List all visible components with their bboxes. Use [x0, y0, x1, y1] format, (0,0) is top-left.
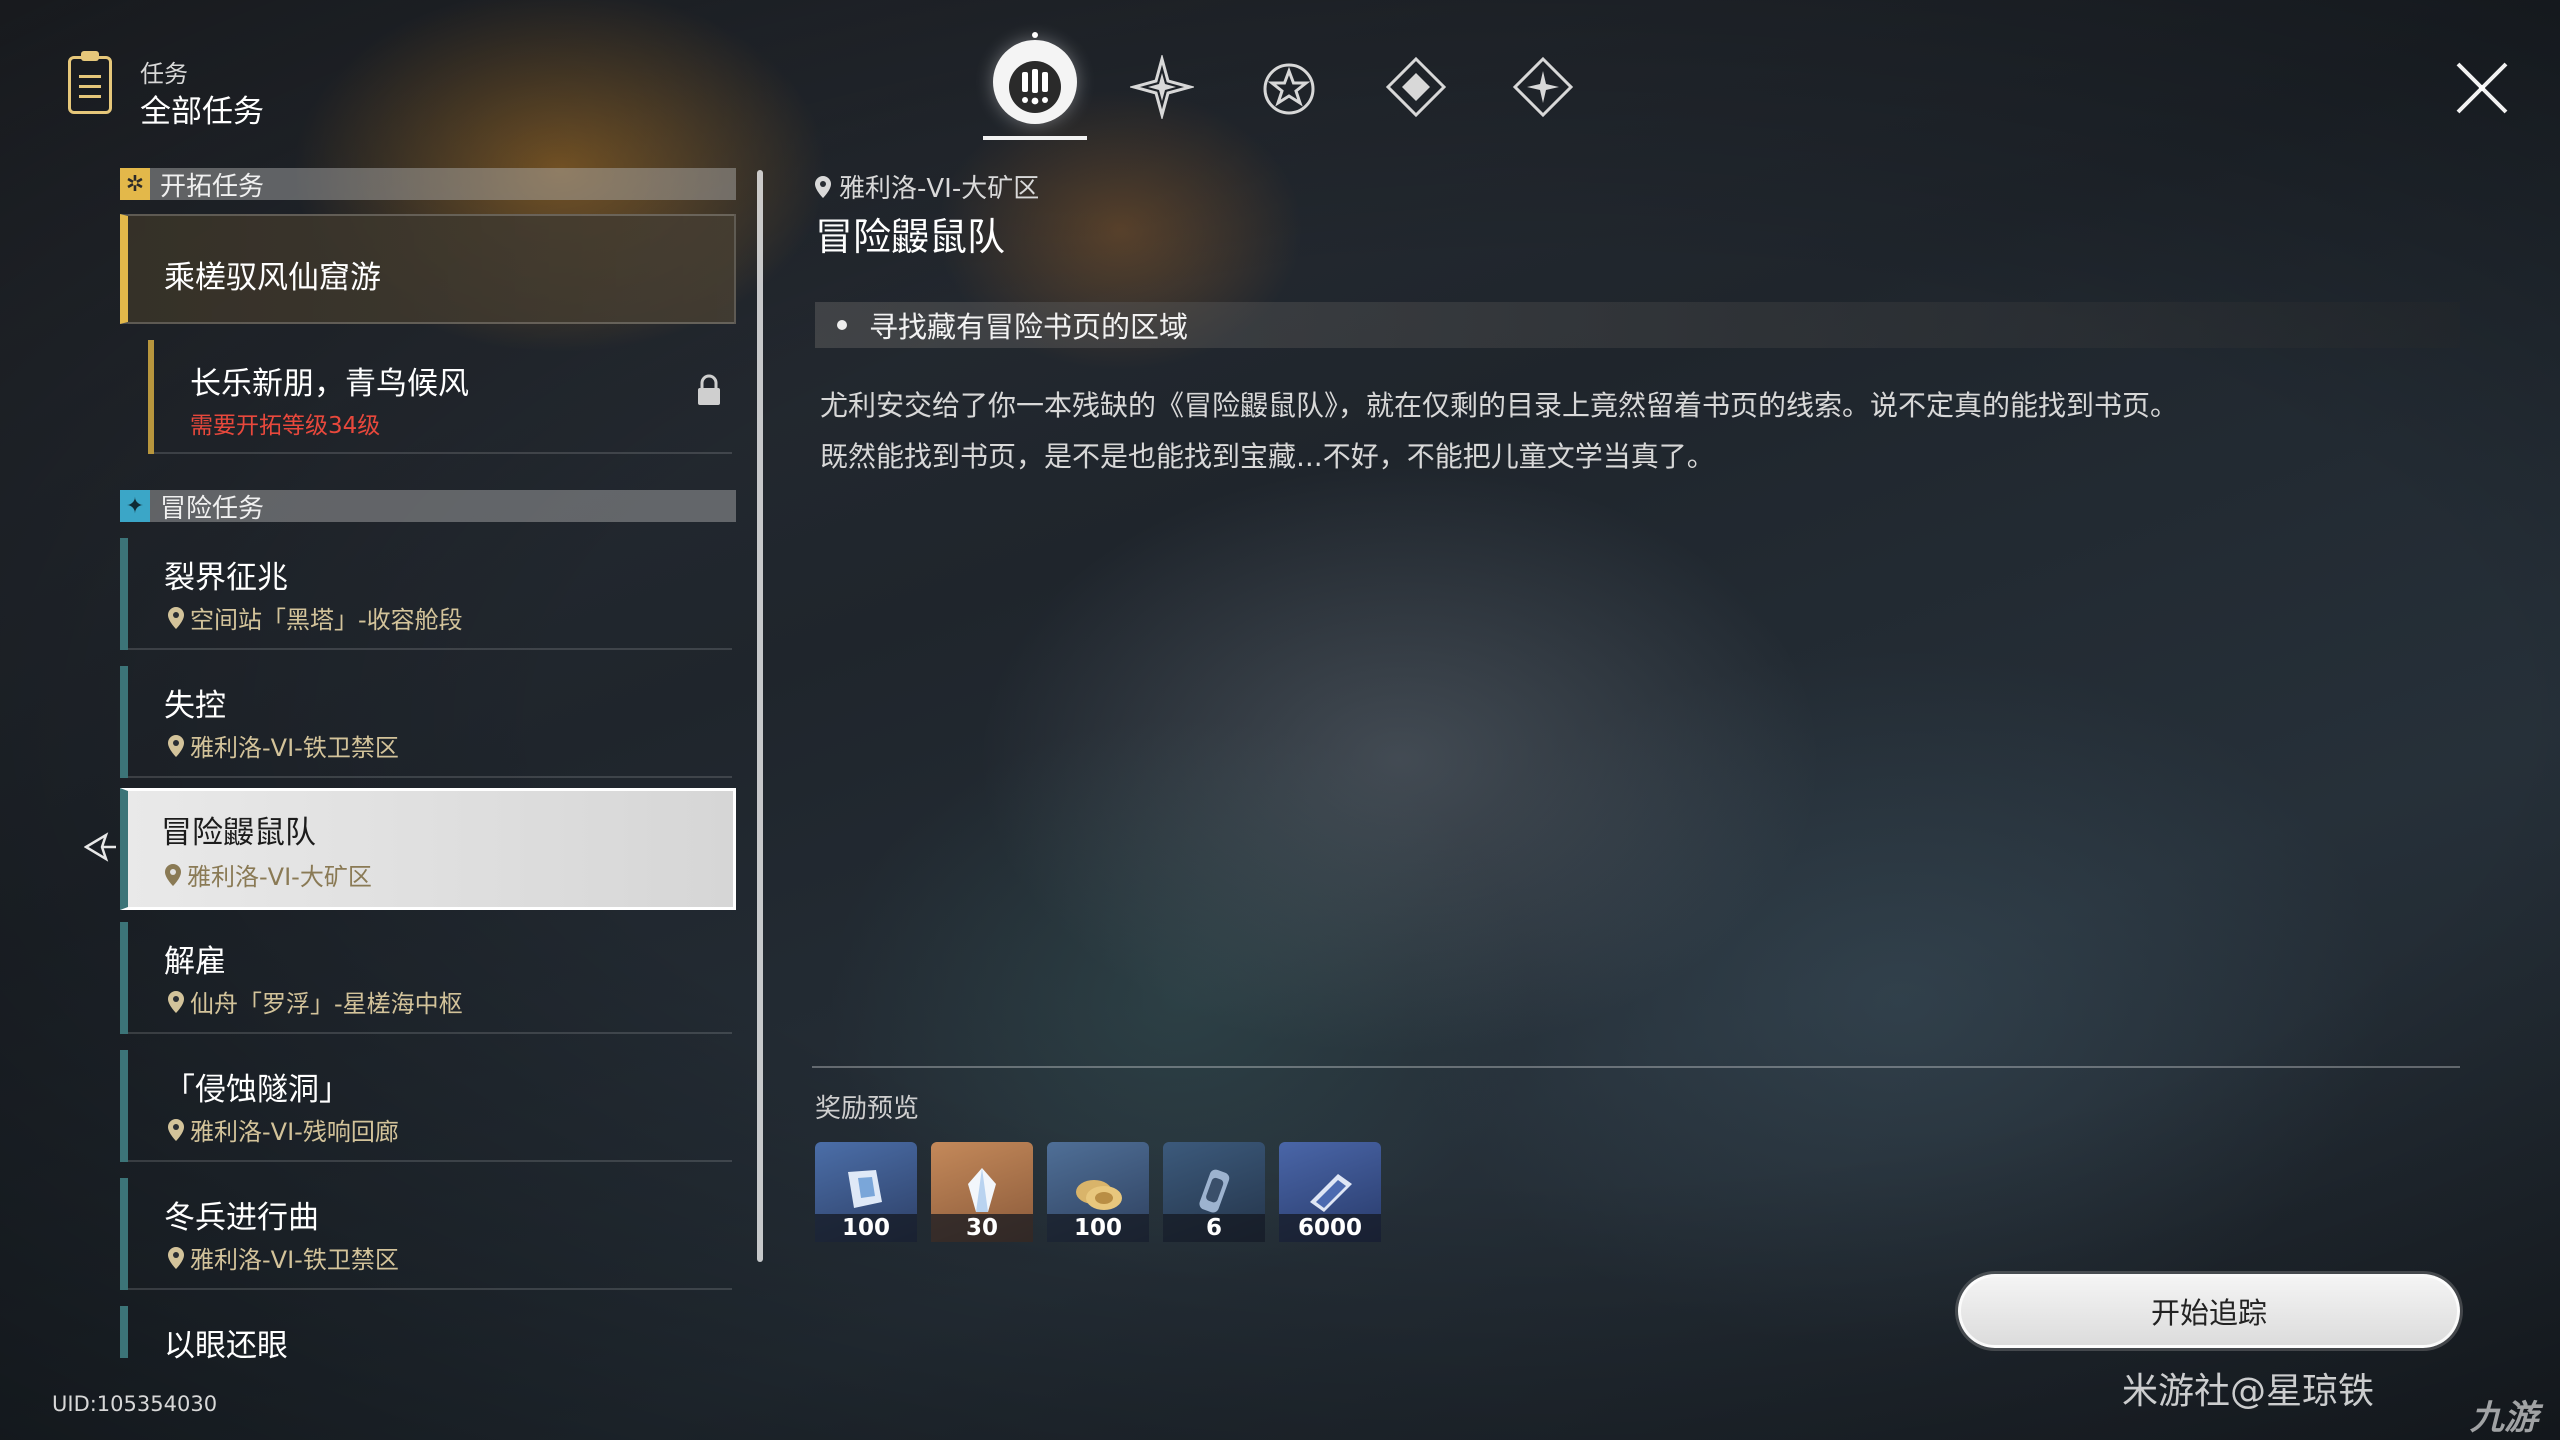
- watermark-text: 米游社@星琼铁: [2122, 1371, 2375, 1412]
- list-item-quest[interactable]: 失控 雅利洛-VI-铁卫禁区: [120, 666, 736, 778]
- list-item-quest-selected[interactable]: 冒险鼹鼠队 雅利洛-VI-大矿区: [120, 788, 736, 910]
- quest-name: 冒险鼹鼠队: [161, 815, 316, 851]
- quest-name: 长乐新朋，青鸟候风: [190, 366, 469, 402]
- trailblaze-star-icon: [1130, 55, 1194, 119]
- close-icon[interactable]: [2452, 58, 2512, 118]
- level-requirement: 需要开拓等级34级: [190, 413, 381, 439]
- tab-underline: [983, 136, 1087, 140]
- list-item-quest[interactable]: 解雇 仙舟「罗浮」-星槎海中枢: [120, 922, 736, 1034]
- list-item-trailblaze-locked[interactable]: 长乐新朋，青鸟候风 需要开拓等级34级: [148, 340, 736, 454]
- reward-item[interactable]: 100: [815, 1142, 917, 1242]
- header-title: 全部任务: [140, 94, 264, 130]
- reward-list: 100 30 100 6 6000: [815, 1142, 1381, 1242]
- start-tracking-button[interactable]: 开始追踪: [1958, 1274, 2460, 1348]
- quest-type-tabs: [980, 32, 1574, 142]
- diamond-icon: [1385, 56, 1447, 118]
- tab-companion[interactable]: [1234, 32, 1344, 142]
- quest-name: 乘槎驭风仙窟游: [164, 260, 381, 296]
- reward-item[interactable]: 100: [1047, 1142, 1149, 1242]
- sparkle-diamond-icon: [1512, 56, 1574, 118]
- trailblaze-category-icon: ✲: [120, 168, 150, 200]
- quest-name: 失控: [164, 688, 226, 724]
- quest-objective: 寻找藏有冒险书页的区域: [815, 302, 2460, 348]
- reward-preview-label: 奖励预览: [815, 1094, 920, 1124]
- quest-location: 雅利洛-VI-铁卫禁区: [168, 1240, 399, 1275]
- list-item-quest[interactable]: 冬兵进行曲 雅利洛-VI-铁卫禁区: [120, 1178, 736, 1290]
- quest-location: 雅利洛-VI-铁卫禁区: [168, 728, 399, 763]
- quest-name: 冬兵进行曲: [164, 1200, 319, 1236]
- location-pin-icon: [168, 734, 184, 757]
- location-pin-icon: [168, 990, 184, 1013]
- location-pin-icon: [168, 1246, 184, 1269]
- player-uid: UID:105354030: [52, 1392, 218, 1416]
- tab-trailblaze[interactable]: [1107, 32, 1217, 142]
- tab-daily[interactable]: [1488, 32, 1598, 142]
- reward-item[interactable]: 6000: [1279, 1142, 1381, 1242]
- tab-indicator-dot: [1032, 32, 1038, 38]
- list-item-quest[interactable]: 「侵蚀隧洞」 雅利洛-VI-残响回廊: [120, 1050, 736, 1162]
- quest-name: 解雇: [164, 944, 226, 980]
- tab-adventure[interactable]: [1361, 32, 1471, 142]
- header-subtitle: 任务: [140, 60, 188, 88]
- category-trailblaze: ✲ 开拓任务: [120, 168, 736, 202]
- exclamation-icon: [1009, 61, 1061, 113]
- category-adventure: ✦ 冒险任务: [120, 490, 736, 524]
- list-item-quest[interactable]: 裂界征兆 空间站「黑塔」-收容舱段: [120, 538, 736, 650]
- divider: [812, 1066, 2460, 1068]
- category-label: 开拓任务: [160, 171, 265, 202]
- quest-location: 空间站「黑塔」-收容舱段: [168, 600, 463, 635]
- quest-description: 尤利安交给了你一本残缺的《冒险鼹鼠队》，就在仅剩的目录上竟然留着书页的线索。说不…: [820, 389, 2179, 473]
- location-pin-icon: [165, 863, 181, 886]
- location-pin-icon: [168, 1118, 184, 1141]
- quest-name: 以眼还眼: [164, 1328, 288, 1364]
- location-pin-icon: [168, 606, 184, 629]
- category-label: 冒险任务: [160, 493, 265, 524]
- detail-location: 雅利洛-VI-大矿区: [815, 168, 1039, 205]
- list-item-trailblaze-main[interactable]: 乘槎驭风仙窟游: [120, 214, 736, 324]
- reward-item[interactable]: 30: [931, 1142, 1033, 1242]
- tab-all-quests[interactable]: [980, 32, 1090, 142]
- reward-item[interactable]: 6: [1163, 1142, 1265, 1242]
- star-outline-icon: [1263, 63, 1315, 115]
- lock-icon: [698, 374, 720, 405]
- quest-name: 裂界征兆: [164, 560, 288, 596]
- quest-location: 仙舟「罗浮」-星槎海中枢: [168, 984, 463, 1019]
- quest-location: 雅利洛-VI-大矿区: [165, 857, 372, 892]
- adventure-category-icon: ✦: [120, 490, 150, 522]
- quest-list-scrollbar[interactable]: [757, 170, 763, 1262]
- quest-clipboard-icon: [68, 51, 112, 114]
- quest-title: 冒险鼹鼠队: [815, 215, 1006, 259]
- quest-location: 雅利洛-VI-残响回廊: [168, 1112, 399, 1147]
- list-item-quest[interactable]: 以眼还眼: [120, 1306, 736, 1364]
- selection-pointer-icon: [84, 832, 116, 862]
- quest-list: ✲ 开拓任务 乘槎驭风仙窟游 长乐新朋，青鸟候风 需要开拓等级34级 ✦ 冒险任…: [120, 168, 740, 1364]
- objective-bullet: [837, 320, 847, 330]
- quest-name: 「侵蚀隧洞」: [164, 1072, 350, 1108]
- watermark-logo: 九游: [2470, 1398, 2538, 1438]
- location-pin-icon: [815, 175, 831, 198]
